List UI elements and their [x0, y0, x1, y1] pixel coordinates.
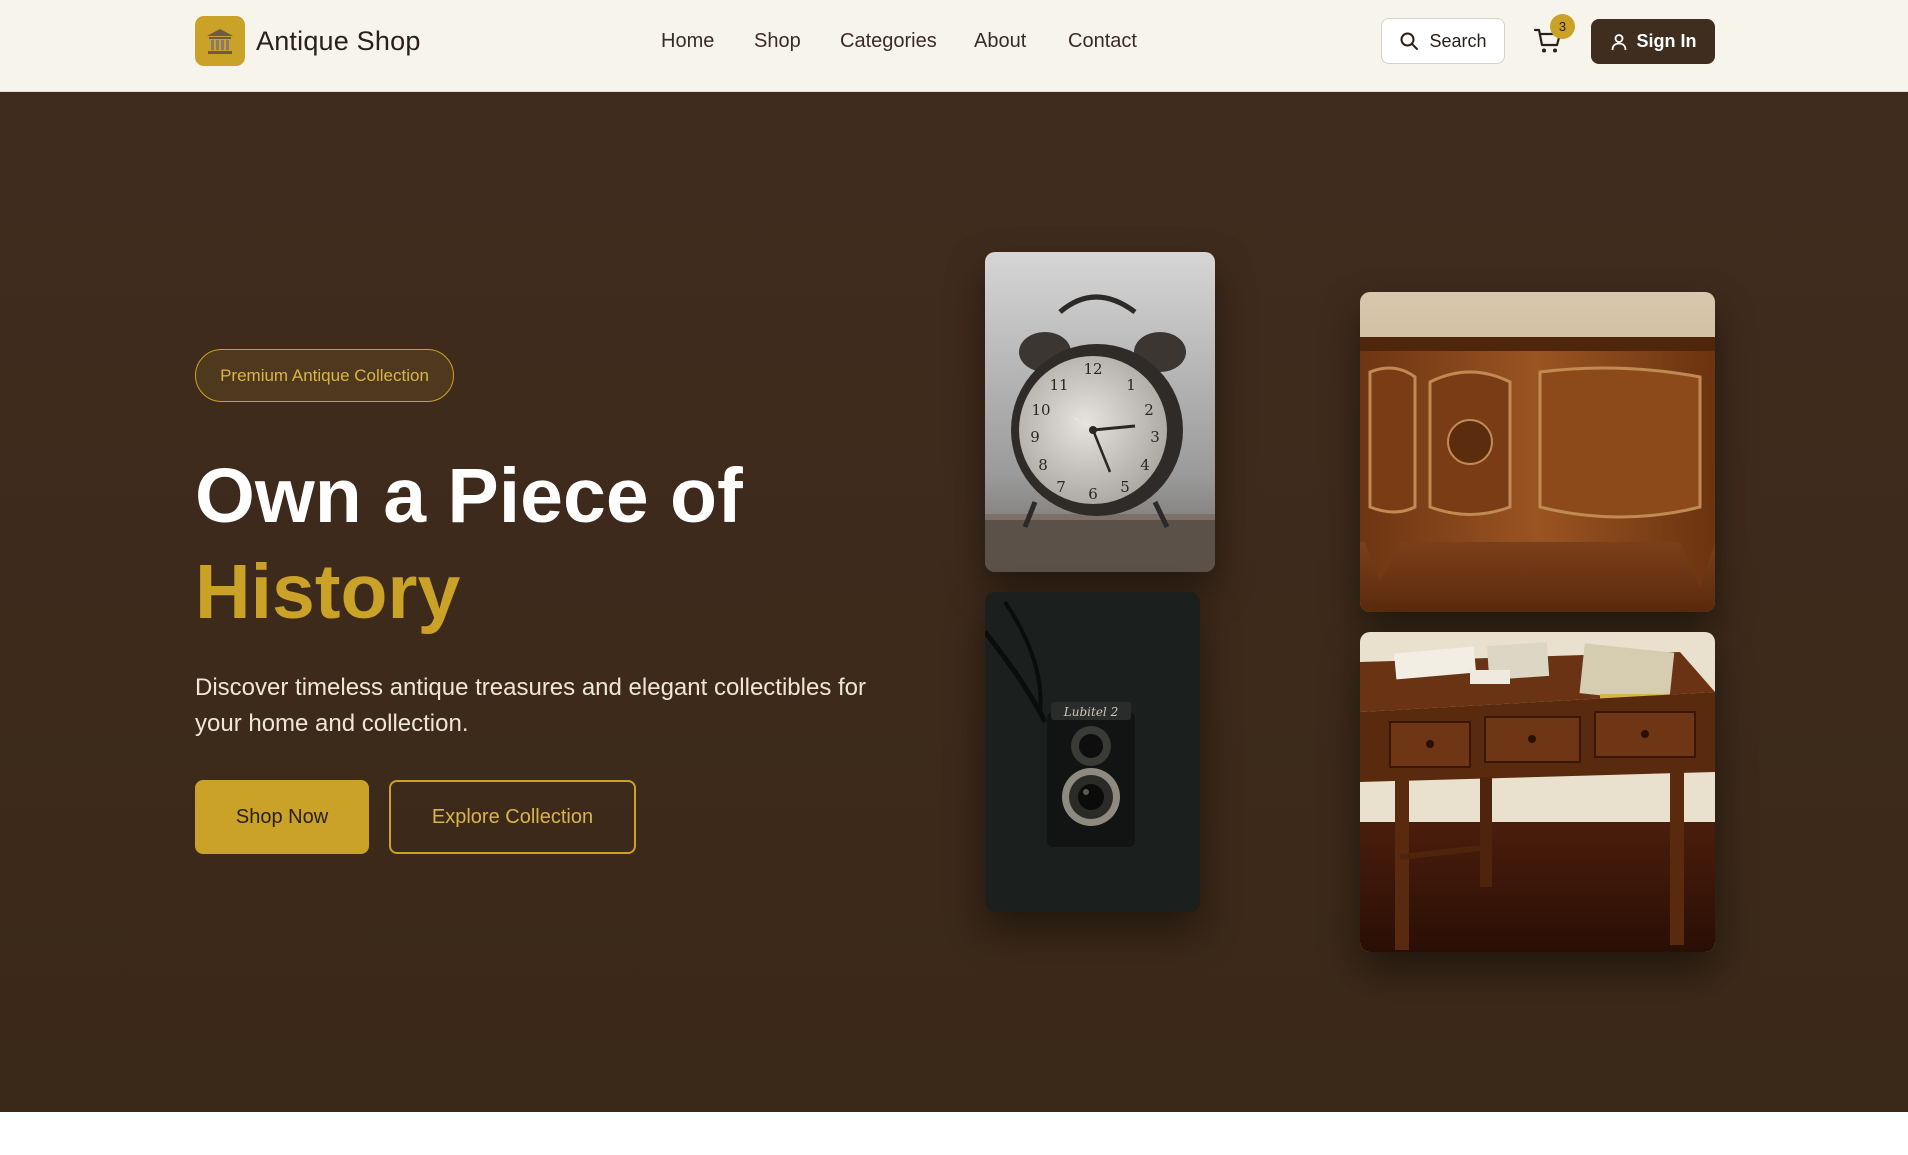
svg-text:11: 11 — [1049, 376, 1068, 394]
sign-in-label: Sign In — [1636, 31, 1697, 51]
svg-text:8: 8 — [1038, 456, 1048, 474]
collection-badge: Premium Antique Collection — [195, 349, 454, 402]
user-icon — [1611, 33, 1626, 50]
svg-text:5: 5 — [1120, 478, 1130, 496]
page-continuation — [0, 1112, 1908, 1155]
museum-icon — [195, 16, 245, 66]
nav-about[interactable]: About — [974, 30, 1026, 53]
search-button[interactable]: Search — [1381, 18, 1505, 64]
svg-text:3: 3 — [1150, 428, 1160, 446]
svg-text:7: 7 — [1056, 478, 1066, 496]
svg-text:1: 1 — [1126, 376, 1136, 394]
brand-logo[interactable]: Antique Shop — [195, 16, 421, 66]
svg-text:2: 2 — [1144, 401, 1154, 419]
site-header: Antique Shop Home Shop Categories About … — [0, 0, 1908, 92]
search-icon — [1400, 32, 1419, 50]
hero-headline-accent: History — [195, 549, 461, 635]
alarm-clock-image: 12 1 2 345 678 9 10 11 — [985, 252, 1215, 572]
svg-text:10: 10 — [1031, 401, 1050, 419]
search-label: Search — [1429, 30, 1487, 51]
sign-in-button[interactable]: Sign In — [1591, 19, 1715, 64]
vintage-camera-image: Lubitel 2 — [985, 592, 1200, 912]
shop-now-button[interactable]: Shop Now — [195, 780, 369, 854]
svg-text:4: 4 — [1140, 456, 1150, 474]
nav-categories[interactable]: Categories — [840, 30, 937, 53]
nav-home[interactable]: Home — [661, 30, 714, 53]
nav-shop[interactable]: Shop — [754, 30, 801, 53]
brand-name: Antique Shop — [256, 25, 421, 56]
svg-text:6: 6 — [1088, 485, 1098, 503]
wooden-chest-image — [1360, 292, 1715, 612]
svg-text:9: 9 — [1030, 428, 1040, 446]
svg-text:12: 12 — [1083, 360, 1102, 378]
cart-count-badge: 3 — [1550, 14, 1575, 39]
svg-text:Lubitel 2: Lubitel 2 — [1063, 705, 1118, 719]
hero-subtext: Discover timeless antique treasures and … — [195, 674, 867, 737]
explore-collection-button[interactable]: Explore Collection — [389, 780, 636, 854]
hero-headline: Own a Piece of — [195, 453, 743, 539]
antique-desk-image — [1360, 632, 1715, 952]
nav-contact[interactable]: Contact — [1068, 30, 1137, 53]
